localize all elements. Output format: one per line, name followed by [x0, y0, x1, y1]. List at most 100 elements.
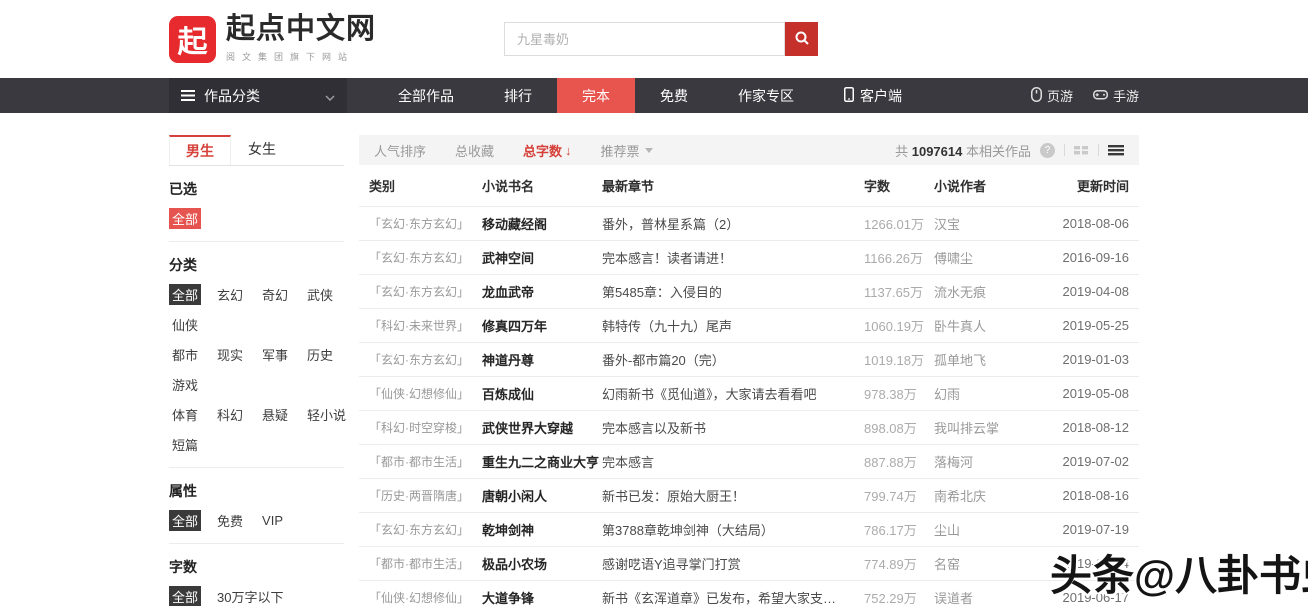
author-link[interactable]: 傅啸尘 [934, 248, 1034, 267]
filter-chip[interactable]: VIP [259, 512, 286, 529]
latest-chapter-link[interactable]: 第3788章乾坤剑神（大结局） [602, 520, 864, 539]
book-category-link[interactable]: 「玄幻·东方玄幻」 [369, 215, 482, 232]
latest-chapter-link[interactable]: 幻雨新书《觅仙道》，大家请去看看吧 [602, 384, 864, 403]
book-title-link[interactable]: 大道争锋 [482, 588, 602, 606]
main-nav: 作品分类 全部作品 排行 完本 免费 作家专区 客户端 页游 手游 [0, 78, 1308, 113]
latest-chapter-link[interactable]: 番外-都市篇20（完） [602, 350, 864, 369]
latest-chapter-link[interactable]: 完本感言 [602, 452, 864, 471]
list-view-icon[interactable] [1108, 144, 1124, 156]
sort-recommend-tickets[interactable]: 推荐票 [601, 141, 653, 160]
book-title-link[interactable]: 极品小农场 [482, 554, 602, 573]
book-title-link[interactable]: 龙血武帝 [482, 282, 602, 301]
filter-chip[interactable]: 轻小说 [304, 404, 349, 425]
sort-popularity[interactable]: 人气排序 [374, 141, 426, 160]
filter-chip[interactable]: 全部 [169, 510, 201, 531]
grid-view-icon[interactable] [1074, 144, 1089, 156]
category-menu-button[interactable]: 作品分类 [169, 78, 347, 113]
filter-chip[interactable]: 全部 [169, 284, 201, 305]
nav-item-free[interactable]: 免费 [635, 78, 713, 113]
nav-item-mobile-games[interactable]: 手游 [1093, 86, 1139, 105]
filter-chip[interactable]: 免费 [214, 510, 246, 531]
site-logo[interactable]: 起 起点中文网 阅文集团旗下网站 [169, 15, 376, 63]
filter-chip[interactable]: 军事 [259, 344, 291, 365]
book-category-link[interactable]: 「玄幻·东方玄幻」 [369, 521, 482, 538]
nav-item-client-app[interactable]: 客户端 [819, 78, 927, 113]
book-category-link[interactable]: 「仙侠·幻想修仙」 [369, 589, 482, 606]
latest-chapter-link[interactable]: 完本感言！读者请进！ [602, 248, 864, 267]
search-button[interactable] [785, 22, 818, 56]
filter-chip[interactable]: 悬疑 [259, 404, 291, 425]
filter-chip[interactable]: 短篇 [169, 434, 201, 455]
tab-female[interactable]: 女生 [231, 135, 293, 165]
filter-chip[interactable]: 全部 [169, 586, 201, 606]
nav-item-author-zone[interactable]: 作家专区 [713, 78, 819, 113]
selected-filter-chip[interactable]: 全部 [169, 208, 201, 229]
book-title-link[interactable]: 唐朝小闲人 [482, 486, 602, 505]
book-category-link[interactable]: 「仙侠·幻想修仙」 [369, 385, 482, 402]
author-link[interactable]: 误道者 [934, 588, 1034, 606]
filter-chip[interactable]: 游戏 [169, 374, 201, 395]
latest-chapter-link[interactable]: 韩特传（九十九）尾声 [602, 316, 864, 335]
author-link[interactable]: 流水无痕 [934, 282, 1034, 301]
author-link[interactable]: 孤单地飞 [934, 350, 1034, 369]
filter-chip[interactable]: 都市 [169, 344, 201, 365]
nav-item-completed[interactable]: 完本 [557, 78, 635, 113]
search-input[interactable] [504, 22, 785, 56]
latest-chapter-link[interactable]: 新书《玄浑道章》已发布，希望大家支… [602, 588, 864, 606]
update-date-value: 2019-01-03 [1034, 352, 1129, 367]
update-date-value: 2019-07-02 [1034, 454, 1129, 469]
nav-item-web-games[interactable]: 页游 [1031, 86, 1073, 105]
author-link[interactable]: 南希北庆 [934, 486, 1034, 505]
latest-chapter-link[interactable]: 新书已发：原始大厨王！ [602, 486, 864, 505]
book-title-link[interactable]: 修真四万年 [482, 316, 602, 335]
header-book-title: 小说书名 [482, 176, 602, 195]
book-title-link[interactable]: 武神空间 [482, 248, 602, 267]
author-link[interactable]: 落梅河 [934, 452, 1034, 471]
filter-section: 字数全部30万字以下30-50万字50-100万字100-200万字200万字以… [169, 544, 344, 606]
book-category-link[interactable]: 「都市·都市生活」 [369, 453, 482, 470]
book-category-link[interactable]: 「玄幻·东方玄幻」 [369, 249, 482, 266]
book-title-link[interactable]: 重生九二之商业大亨 [482, 452, 602, 471]
site-header: 起 起点中文网 阅文集团旗下网站 [0, 0, 1308, 78]
search-icon [794, 30, 810, 49]
filter-chip[interactable]: 30万字以下 [214, 586, 286, 606]
word-count-value: 799.74万 [864, 486, 934, 505]
book-title-link[interactable]: 百炼成仙 [482, 384, 602, 403]
author-link[interactable]: 名窑 [934, 554, 1034, 573]
author-link[interactable]: 尘山 [934, 520, 1034, 539]
filter-chip[interactable]: 现实 [214, 344, 246, 365]
book-title-link[interactable]: 武侠世界大穿越 [482, 418, 602, 437]
book-category-link[interactable]: 「玄幻·东方玄幻」 [369, 283, 482, 300]
book-title-link[interactable]: 移动藏经阁 [482, 214, 602, 233]
sort-word-count[interactable]: 总字数 ↓ [523, 141, 572, 160]
book-category-link[interactable]: 「科幻·时空穿梭」 [369, 419, 482, 436]
filter-chip[interactable]: 历史 [304, 344, 336, 365]
latest-chapter-link[interactable]: 完本感言以及新书 [602, 418, 864, 437]
filter-chip[interactable]: 仙侠 [169, 314, 201, 335]
book-category-link[interactable]: 「都市·都市生活」 [369, 555, 482, 572]
author-link[interactable]: 幻雨 [934, 384, 1034, 403]
author-link[interactable]: 卧牛真人 [934, 316, 1034, 335]
filter-chip[interactable]: 体育 [169, 404, 201, 425]
phone-icon [844, 87, 854, 105]
filter-chip[interactable]: 武侠 [304, 284, 336, 305]
nav-item-rank[interactable]: 排行 [479, 78, 557, 113]
filter-chip[interactable]: 玄幻 [214, 284, 246, 305]
book-category-link[interactable]: 「玄幻·东方玄幻」 [369, 351, 482, 368]
latest-chapter-link[interactable]: 第5485章：入侵目的 [602, 282, 864, 301]
tab-male[interactable]: 男生 [169, 135, 231, 165]
author-link[interactable]: 我叫排云掌 [934, 418, 1034, 437]
book-category-link[interactable]: 「历史·两晋隋唐」 [369, 487, 482, 504]
latest-chapter-link[interactable]: 番外，普林星系篇（2） [602, 214, 864, 233]
author-link[interactable]: 汉宝 [934, 214, 1034, 233]
sort-collections[interactable]: 总收藏 [455, 141, 494, 160]
nav-item-all-works[interactable]: 全部作品 [373, 78, 479, 113]
filter-chip[interactable]: 科幻 [214, 404, 246, 425]
latest-chapter-link[interactable]: 感谢呓语Y追寻掌门打赏 [602, 554, 864, 573]
question-icon[interactable]: ? [1040, 143, 1055, 158]
book-title-link[interactable]: 乾坤剑神 [482, 520, 602, 539]
filter-chip[interactable]: 奇幻 [259, 284, 291, 305]
header-author: 小说作者 [934, 176, 1034, 195]
book-category-link[interactable]: 「科幻·未来世界」 [369, 317, 482, 334]
book-title-link[interactable]: 神道丹尊 [482, 350, 602, 369]
